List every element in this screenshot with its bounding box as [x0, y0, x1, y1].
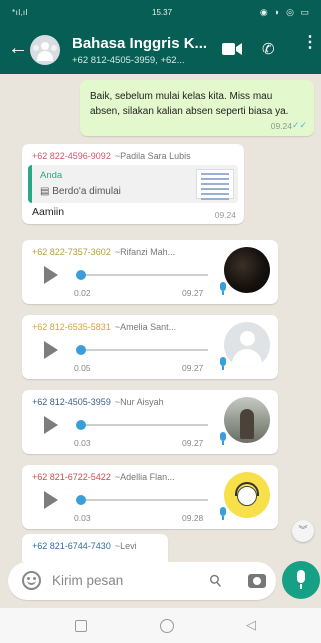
play-icon[interactable] [44, 491, 58, 509]
camera-icon[interactable] [248, 574, 266, 588]
chat-participants[interactable]: +62 812-4505-3959, +62... [72, 55, 185, 66]
audio-seek-handle[interactable] [76, 420, 86, 430]
voice-message[interactable]: +62 821-6722-5422 ~Adellia Flan... 0.03 0… [22, 465, 278, 529]
voice-message[interactable]: +62 812-4505-3959 ~Nur Aisyah 0.03 09.27 [22, 390, 278, 454]
sender-alias: ~Levi [114, 541, 137, 551]
status-time: 15.37 [152, 8, 173, 17]
message-time: 09.24 [270, 121, 292, 131]
play-icon[interactable] [44, 266, 58, 284]
message-time: 09.27 [182, 363, 204, 373]
group-avatar[interactable] [30, 35, 60, 65]
message-sender: +62 812-4505-3959 ~Nur Aisyah [32, 397, 164, 407]
audio-seekbar[interactable] [78, 499, 208, 501]
recent-apps-icon[interactable] [75, 620, 87, 632]
message-text: Baik, sebelum mulai kelas kita. Miss mau… [90, 91, 289, 117]
sender-phone: +62 812-6535-5831 [32, 322, 111, 332]
audio-seekbar[interactable] [78, 424, 208, 426]
sender-phone: +62 812-4505-3959 [32, 397, 111, 407]
sender-phone: +62 822-7357-3602 [32, 247, 111, 257]
message-time: 09.27 [182, 438, 204, 448]
status-bar: *ıl‚ıl 15.37 ◉ ◗ ◎ ▭ [0, 0, 321, 24]
avatar[interactable] [224, 397, 270, 443]
audio-duration: 0.03 [74, 513, 91, 523]
mic-icon [219, 432, 227, 446]
audio-duration: 0.05 [74, 363, 91, 373]
mic-icon [219, 357, 227, 371]
sender-alias: ~Amelia Sant... [114, 322, 177, 332]
message-sender: +62 822-4596-9092 ~Padila Sara Lubis [32, 151, 191, 161]
avatar[interactable] [224, 322, 270, 368]
mic-icon [219, 507, 227, 521]
paperclip-icon[interactable]: ⚲ [205, 570, 227, 593]
message-sender: +62 821-6744-7430 ~Levi [32, 541, 137, 551]
audio-duration: 0.02 [74, 288, 91, 298]
read-ticks-icon: ✓✓ [291, 120, 307, 130]
more-vert-icon[interactable]: ⋮ [302, 35, 318, 51]
quoted-message[interactable]: Anda ▤ Berdo'a dimulai [28, 165, 238, 203]
video-camera-icon[interactable] [222, 43, 242, 55]
nav-back-icon[interactable]: ◁ [246, 617, 256, 633]
sender-alias: ~Adellia Flan... [114, 472, 175, 482]
message-reply[interactable]: +62 822-4596-9092 ~Padila Sara Lubis Anda… [22, 144, 244, 224]
message-text: Aamiin [32, 206, 65, 218]
audio-seekbar[interactable] [78, 274, 208, 276]
message-time: 09.27 [182, 288, 204, 298]
audio-seek-handle[interactable] [76, 345, 86, 355]
quote-text: ▤ Berdo'a dimulai [40, 186, 121, 197]
sender-alias: ~Padila Sara Lubis [114, 151, 191, 161]
audio-seek-handle[interactable] [76, 270, 86, 280]
sender-alias: ~Rifanzi Mah... [114, 247, 176, 257]
phone-icon[interactable]: ✆ [262, 40, 275, 58]
message-input[interactable]: Kirim pesan [52, 573, 123, 588]
message-sender: +62 812-6535-5831 ~Amelia Sant... [32, 322, 176, 332]
message-partial[interactable]: +62 821-6744-7430 ~Levi [22, 534, 168, 562]
quote-author: Anda [40, 170, 63, 181]
chat-title[interactable]: Bahasa Inggris K... [72, 35, 207, 52]
chevron-double-down-icon[interactable]: ︾ [292, 520, 314, 542]
audio-seekbar[interactable] [78, 349, 208, 351]
message-list[interactable]: Baik, sebelum mulai kelas kita. Miss mau… [0, 74, 321, 562]
play-icon[interactable] [44, 341, 58, 359]
message-time: 09.28 [182, 513, 204, 523]
arrow-left-icon[interactable]: ← [8, 38, 30, 60]
status-icons: ◉ ◗ ◎ ▭ [259, 7, 311, 17]
signal-indicator: *ıl‚ıl [12, 8, 28, 17]
message-sender: +62 821-6722-5422 ~Adellia Flan... [32, 472, 175, 482]
message-composer: Kirim pesan ⚲ [8, 562, 276, 600]
play-icon[interactable] [44, 416, 58, 434]
sender-phone: +62 821-6722-5422 [32, 472, 111, 482]
voice-message[interactable]: +62 822-7357-3602 ~Rifanzi Mah... 0.02 09… [22, 240, 278, 304]
voice-message[interactable]: +62 812-6535-5831 ~Amelia Sant... 0.05 09… [22, 315, 278, 379]
audio-duration: 0.03 [74, 438, 91, 448]
mic-icon [219, 282, 227, 296]
avatar[interactable] [224, 472, 270, 518]
quote-thumbnail [196, 169, 234, 200]
audio-seek-handle[interactable] [76, 495, 86, 505]
home-icon[interactable] [160, 619, 174, 633]
sender-alias: ~Nur Aisyah [114, 397, 164, 407]
mic-button[interactable] [282, 561, 320, 599]
sender-phone: +62 821-6744-7430 [32, 541, 111, 551]
message-outgoing[interactable]: Baik, sebelum mulai kelas kita. Miss mau… [80, 80, 314, 136]
message-sender: +62 822-7357-3602 ~Rifanzi Mah... [32, 247, 175, 257]
message-time: 09.24 [214, 210, 236, 220]
emoji-icon[interactable] [22, 571, 41, 590]
mic-icon [297, 570, 305, 583]
sender-phone: +62 822-4596-9092 [32, 151, 111, 161]
avatar[interactable] [224, 247, 270, 293]
system-nav-bar: ◁ [0, 608, 321, 643]
chat-header: ← Bahasa Inggris K... +62 812-4505-3959,… [0, 24, 321, 74]
